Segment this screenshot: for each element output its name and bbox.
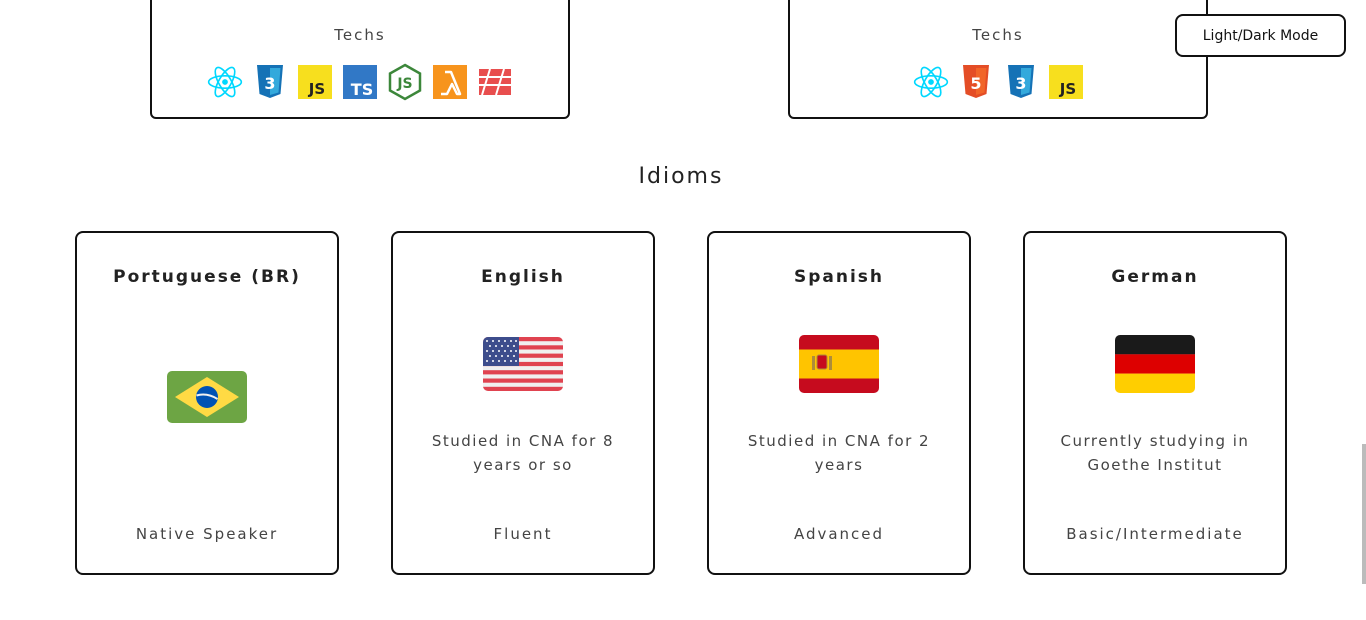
aws-lambda-icon bbox=[432, 64, 468, 100]
language-description: Studied in CNA for 8 years or so bbox=[431, 432, 615, 474]
idiom-card-german: German Currently studying in Goethe Inst… bbox=[1023, 231, 1287, 575]
html5-icon: 5 bbox=[958, 64, 994, 100]
svg-text:3: 3 bbox=[264, 74, 275, 93]
react-icon bbox=[207, 64, 243, 100]
svg-text:JS: JS bbox=[396, 76, 412, 92]
language-description: Studied in CNA for 2 years bbox=[747, 432, 931, 474]
react-icon bbox=[913, 64, 949, 100]
brazil-flag-icon bbox=[167, 371, 247, 423]
svg-text:JS: JS bbox=[308, 80, 325, 98]
idiom-card-english: English Studied in CNA for 8 years or so… bbox=[391, 231, 655, 575]
flame-icon bbox=[477, 64, 513, 100]
idioms-title: Idioms bbox=[638, 164, 724, 189]
nodejs-icon: JS bbox=[387, 63, 423, 101]
language-level: Native Speaker bbox=[135, 525, 279, 543]
svg-text:JS: JS bbox=[1058, 80, 1075, 98]
usa-flag-icon bbox=[483, 337, 563, 391]
css3-icon: 3 bbox=[252, 64, 288, 100]
techs-label: Techs bbox=[972, 26, 1024, 44]
language-name: English bbox=[481, 267, 565, 287]
germany-flag-icon bbox=[1115, 335, 1195, 393]
idiom-card-spanish: Spanish Studied in CNA for 2 years Advan… bbox=[707, 231, 971, 575]
project-card-2: Techs 5 3 JS bbox=[788, 0, 1208, 119]
svg-text:TS: TS bbox=[351, 80, 373, 99]
css3-icon: 3 bbox=[1003, 64, 1039, 100]
language-description: Currently studying in Goethe Institut bbox=[1060, 432, 1250, 474]
tech-icons-row: 3 JS TS JS bbox=[152, 63, 568, 101]
tech-icons-row: 5 3 JS bbox=[790, 64, 1206, 100]
idiom-card-portuguese: Portuguese (BR) Native Speaker bbox=[75, 231, 339, 575]
spain-flag-icon bbox=[799, 335, 879, 393]
language-level: Basic/Intermediate bbox=[1066, 525, 1244, 543]
javascript-icon: JS bbox=[1048, 64, 1084, 100]
light-dark-mode-button[interactable]: Light/Dark Mode bbox=[1175, 14, 1346, 57]
language-level: Advanced bbox=[793, 525, 885, 543]
javascript-icon: JS bbox=[297, 64, 333, 100]
page-scrollbar[interactable] bbox=[1362, 444, 1366, 584]
language-name: German bbox=[1111, 267, 1199, 287]
language-level: Fluent bbox=[493, 525, 553, 543]
project-card-1: Techs 3 JS TS JS bbox=[150, 0, 570, 119]
svg-text:3: 3 bbox=[1015, 74, 1026, 93]
language-name: Portuguese (BR) bbox=[113, 267, 301, 287]
language-name: Spanish bbox=[793, 267, 885, 287]
techs-label: Techs bbox=[334, 26, 386, 44]
svg-text:5: 5 bbox=[970, 74, 981, 93]
typescript-icon: TS bbox=[342, 64, 378, 100]
